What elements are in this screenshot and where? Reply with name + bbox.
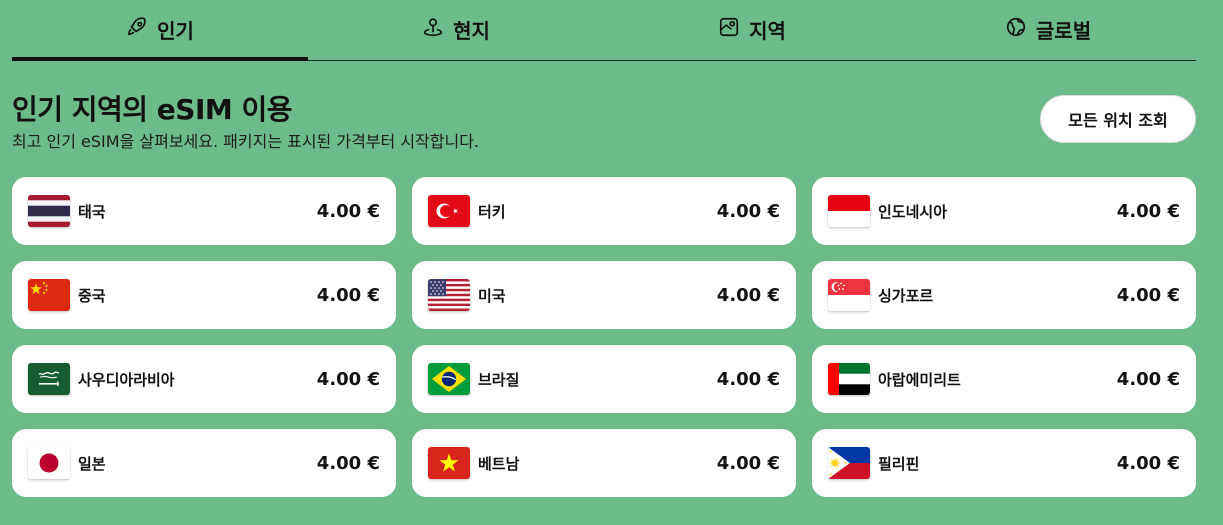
map-icon	[718, 16, 740, 43]
country-price: 4.00 €	[1116, 284, 1180, 306]
country-price: 4.00 €	[316, 368, 380, 390]
country-price: 4.00 €	[716, 452, 780, 474]
tab-label: 글로벌	[1035, 18, 1092, 43]
country-name: 일본	[78, 454, 106, 473]
country-card-uae[interactable]: 아랍에미리트 4.00 €	[812, 345, 1196, 413]
saudi-arabia-flag-icon	[28, 363, 70, 395]
country-name: 아랍에미리트	[878, 370, 961, 389]
country-name: 인도네시아	[878, 202, 948, 221]
country-card-philippines[interactable]: 필리핀 4.00 €	[812, 429, 1196, 497]
country-card-turkey[interactable]: 터키 4.00 €	[412, 177, 796, 245]
rocket-icon	[126, 16, 148, 43]
country-price: 4.00 €	[716, 368, 780, 390]
view-all-locations-button[interactable]: 모든 위치 조회	[1040, 95, 1196, 143]
uae-flag-icon	[828, 363, 870, 395]
country-price: 4.00 €	[1116, 452, 1180, 474]
country-name: 중국	[78, 286, 106, 305]
country-name: 터키	[478, 202, 506, 221]
location-pin-icon	[422, 16, 444, 43]
china-flag-icon	[28, 279, 70, 311]
tab-local[interactable]: 현지	[308, 0, 604, 60]
vietnam-flag-icon	[428, 447, 470, 479]
philippines-flag-icon	[828, 447, 870, 479]
tab-label: 현지	[453, 18, 490, 43]
country-card-japan[interactable]: 일본 4.00 €	[12, 429, 396, 497]
brazil-flag-icon	[428, 363, 470, 395]
country-name: 사우디아라비아	[78, 370, 175, 389]
singapore-flag-icon	[828, 279, 870, 311]
turkey-flag-icon	[428, 195, 470, 227]
indonesia-flag-icon	[828, 195, 870, 227]
page-title: 인기 지역의 eSIM 이용	[12, 93, 293, 126]
country-price: 4.00 €	[316, 200, 380, 222]
country-name: 필리핀	[878, 454, 920, 473]
country-price: 4.00 €	[1116, 200, 1180, 222]
country-price: 4.00 €	[1116, 368, 1180, 390]
usa-flag-icon	[428, 279, 470, 311]
japan-flag-icon	[28, 447, 70, 479]
tab-region[interactable]: 지역	[604, 0, 900, 60]
country-card-indonesia[interactable]: 인도네시아 4.00 €	[812, 177, 1196, 245]
country-card-saudi-arabia[interactable]: 사우디아라비아 4.00 €	[12, 345, 396, 413]
country-price: 4.00 €	[316, 452, 380, 474]
country-name: 미국	[478, 286, 506, 305]
country-card-china[interactable]: 중국 4.00 €	[12, 261, 396, 329]
country-name: 싱가포르	[878, 286, 934, 305]
country-card-vietnam[interactable]: 베트남 4.00 €	[412, 429, 796, 497]
country-name: 베트남	[478, 454, 520, 473]
country-price: 4.00 €	[316, 284, 380, 306]
country-card-usa[interactable]: 미국 4.00 €	[412, 261, 796, 329]
country-card-thailand[interactable]: 태국 4.00 €	[12, 177, 396, 245]
tab-label: 지역	[749, 18, 786, 43]
tab-label: 인기	[157, 18, 194, 43]
country-grid: 태국 4.00 € 터키 4.00 € 인도네시아 4.00 € 중국 4.00…	[12, 177, 1196, 497]
country-card-singapore[interactable]: 싱가포르 4.00 €	[812, 261, 1196, 329]
country-card-brazil[interactable]: 브라질 4.00 €	[412, 345, 796, 413]
country-name: 태국	[78, 202, 106, 221]
globe-icon	[1005, 16, 1027, 43]
tab-popular[interactable]: 인기	[12, 0, 308, 61]
thailand-flag-icon	[28, 195, 70, 227]
tab-global[interactable]: 글로벌	[900, 0, 1196, 60]
country-price: 4.00 €	[716, 200, 780, 222]
page-subtitle: 최고 인기 eSIM을 살펴보세요. 패키지는 표시된 가격부터 시작합니다.	[12, 132, 480, 151]
country-name: 브라질	[478, 370, 520, 389]
region-tabs: 인기 현지 지역 글로벌	[12, 0, 1196, 61]
country-price: 4.00 €	[716, 284, 780, 306]
